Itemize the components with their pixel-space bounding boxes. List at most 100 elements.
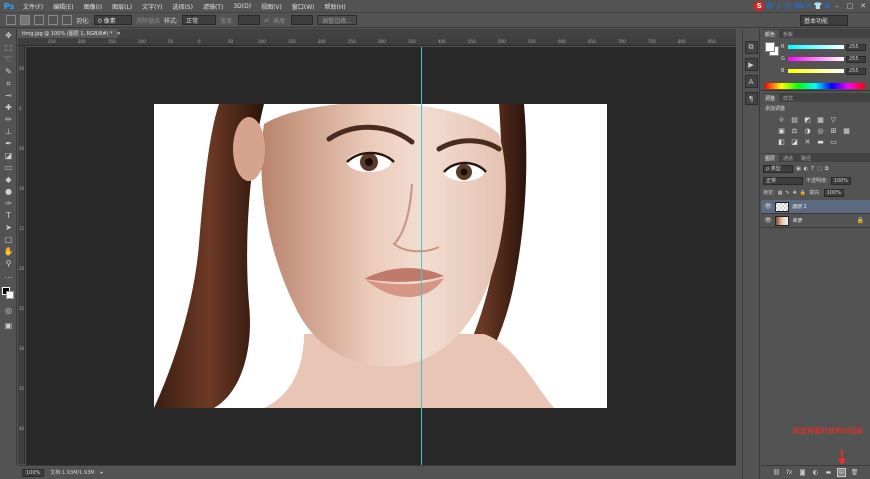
tab-channels[interactable]: 通道 bbox=[779, 154, 797, 162]
vertical-guide-line[interactable] bbox=[421, 47, 422, 465]
channel-mixer-icon[interactable]: ⊞ bbox=[829, 126, 838, 135]
selective-color-icon[interactable]: ▭ bbox=[829, 137, 838, 146]
layer-row-layer1[interactable]: 👁 图层 1 bbox=[761, 200, 870, 214]
refine-edge-button[interactable]: 调整边缘... bbox=[317, 15, 357, 25]
lock-all-icon[interactable]: 🔒 bbox=[800, 190, 806, 196]
width-input[interactable] bbox=[238, 15, 261, 25]
exposure-icon[interactable]: ▦ bbox=[816, 115, 825, 124]
type-tool-icon[interactable]: T bbox=[2, 210, 15, 221]
fill-input[interactable]: 100% bbox=[823, 188, 845, 197]
threshold-icon[interactable]: ✕ bbox=[803, 137, 812, 146]
tab-layers[interactable]: 图层 bbox=[761, 154, 780, 162]
move-tool-icon[interactable]: ✥ bbox=[2, 30, 15, 41]
subtract-selection-icon[interactable] bbox=[48, 15, 58, 25]
zoom-tool-icon[interactable]: ⚲ bbox=[2, 258, 15, 269]
opacity-input[interactable]: 100% bbox=[830, 176, 851, 185]
height-input[interactable] bbox=[291, 15, 314, 25]
brush-tool-icon[interactable]: ✏ bbox=[2, 114, 15, 125]
filter-type-icon[interactable]: T bbox=[811, 166, 814, 172]
blend-mode-select[interactable]: 正常 bbox=[763, 176, 803, 185]
menu-filter[interactable]: 滤镜(T) bbox=[198, 2, 228, 11]
background-color-swatch[interactable] bbox=[6, 291, 14, 299]
marquee-tool-icon[interactable]: ⬚ bbox=[2, 42, 15, 53]
ime-skin-icon[interactable]: 👕 bbox=[814, 2, 823, 10]
tab-paths[interactable]: 路径 bbox=[797, 154, 815, 162]
character-panel-icon[interactable]: A bbox=[744, 75, 758, 88]
tab-adjustments[interactable]: 调整 bbox=[761, 94, 780, 102]
menu-window[interactable]: 窗口(W) bbox=[287, 2, 320, 11]
lock-position-icon[interactable]: ✥ bbox=[793, 190, 797, 196]
menu-help[interactable]: 帮助(H) bbox=[320, 2, 351, 11]
new-layer-icon[interactable]: ⊞ bbox=[837, 468, 846, 477]
crop-tool-icon[interactable]: ⌗ bbox=[2, 78, 15, 89]
new-selection-icon[interactable] bbox=[20, 15, 30, 25]
lasso-tool-icon[interactable]: ➰ bbox=[2, 54, 15, 65]
document-tab-close-icon[interactable]: ✕ bbox=[117, 31, 121, 37]
hue-saturation-icon[interactable]: ▣ bbox=[777, 126, 786, 135]
gradient-map-icon[interactable]: ▬ bbox=[816, 137, 825, 146]
color-panel-swatches[interactable] bbox=[765, 42, 779, 56]
g-slider[interactable] bbox=[788, 57, 844, 61]
new-group-icon[interactable]: ▬ bbox=[824, 468, 833, 477]
link-layers-icon[interactable]: ⛓ bbox=[772, 468, 781, 477]
pen-tool-icon[interactable]: ✑ bbox=[2, 198, 15, 209]
layer-row-background[interactable]: 👁 背景 🔒 bbox=[761, 214, 870, 228]
r-value-input[interactable]: 255 bbox=[846, 43, 866, 51]
swap-icon[interactable]: ⇄ bbox=[264, 17, 269, 24]
filter-pixel-icon[interactable]: ▣ bbox=[796, 166, 801, 172]
ime-emoji-icon[interactable]: ☺ bbox=[784, 2, 791, 10]
layer-kind-filter[interactable]: ρ 类型 bbox=[763, 164, 793, 173]
dodge-tool-icon[interactable]: ● bbox=[2, 186, 15, 197]
eraser-tool-icon[interactable]: ◪ bbox=[2, 150, 15, 161]
quick-select-tool-icon[interactable]: ✎ bbox=[2, 66, 15, 77]
marquee-preset-icon[interactable] bbox=[6, 15, 16, 25]
more-tools-icon[interactable]: … bbox=[2, 270, 15, 281]
ime-punctuation-icon[interactable]: 丿 bbox=[775, 1, 782, 11]
lock-transparent-icon[interactable]: ▦ bbox=[778, 190, 783, 196]
paragraph-panel-icon[interactable]: ¶ bbox=[744, 92, 758, 105]
tab-color[interactable]: 颜色 bbox=[761, 30, 780, 38]
add-mask-icon[interactable]: ◙ bbox=[798, 468, 807, 477]
antialias-checkbox[interactable]: 消除锯齿 bbox=[136, 16, 160, 25]
shape-tool-icon[interactable]: ▢ bbox=[2, 234, 15, 245]
ime-keyboard-icon[interactable]: ⌨ bbox=[794, 2, 804, 10]
blur-tool-icon[interactable]: ◆ bbox=[2, 174, 15, 185]
close-icon[interactable]: ✕ bbox=[858, 1, 868, 11]
black-white-icon[interactable]: ◑ bbox=[803, 126, 812, 135]
levels-icon[interactable]: ▤ bbox=[790, 115, 799, 124]
quick-mask-icon[interactable]: ◎ bbox=[2, 305, 15, 316]
ime-chinese-mode[interactable]: 中 bbox=[766, 1, 773, 11]
menu-type[interactable]: 文字(Y) bbox=[137, 2, 167, 11]
document-image[interactable] bbox=[154, 104, 607, 408]
new-adjustment-icon[interactable]: ◐ bbox=[811, 468, 820, 477]
workspace-select[interactable]: 基本功能 bbox=[800, 15, 848, 26]
photo-filter-icon[interactable]: ◎ bbox=[816, 126, 825, 135]
delete-layer-icon[interactable]: 🗑 bbox=[850, 468, 859, 477]
add-selection-icon[interactable] bbox=[34, 15, 44, 25]
status-menu-arrow-icon[interactable]: ▸ bbox=[101, 470, 104, 476]
screen-mode-icon[interactable]: ▣ bbox=[2, 320, 15, 331]
filter-shape-icon[interactable]: ▢ bbox=[817, 166, 822, 172]
sogou-ime-icon[interactable]: S bbox=[754, 1, 765, 11]
menu-3d[interactable]: 3D(D) bbox=[228, 3, 256, 10]
tab-styles[interactable]: 样式 bbox=[779, 94, 797, 102]
path-select-tool-icon[interactable]: ➤ bbox=[2, 222, 15, 233]
posterize-icon[interactable]: ◪ bbox=[790, 137, 799, 146]
zoom-level-field[interactable]: 100% bbox=[22, 468, 45, 477]
invert-icon[interactable]: ◧ bbox=[777, 137, 786, 146]
maximize-icon[interactable]: □ bbox=[845, 1, 855, 11]
menu-image[interactable]: 图像(I) bbox=[79, 2, 107, 11]
curves-icon[interactable]: ◩ bbox=[803, 115, 812, 124]
document-tab[interactable]: timg.jpg @ 100% (图层 1, RGB/8#) * ✕ bbox=[18, 29, 121, 38]
visibility-eye-icon[interactable]: 👁 bbox=[764, 203, 772, 210]
menu-file[interactable]: 文件(F) bbox=[18, 2, 48, 11]
history-panel-icon[interactable]: ⧉ bbox=[744, 41, 758, 54]
clone-stamp-tool-icon[interactable]: ⊥ bbox=[2, 126, 15, 137]
menu-edit[interactable]: 编辑(E) bbox=[48, 2, 78, 11]
eyedropper-tool-icon[interactable]: ⊸ bbox=[2, 90, 15, 101]
filter-adjust-icon[interactable]: ◐ bbox=[804, 166, 808, 172]
brightness-contrast-icon[interactable]: ☼ bbox=[777, 115, 786, 124]
gradient-tool-icon[interactable]: ▭ bbox=[2, 162, 15, 173]
menu-layer[interactable]: 图层(L) bbox=[107, 2, 137, 11]
history-brush-tool-icon[interactable]: ✒ bbox=[2, 138, 15, 149]
